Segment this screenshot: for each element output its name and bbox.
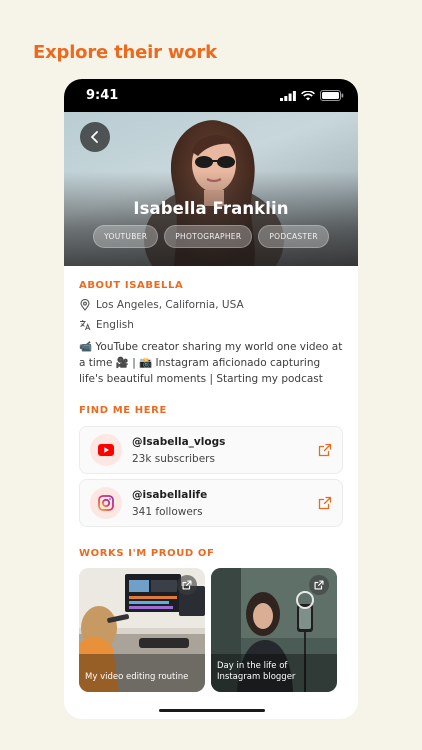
profile-hero: Isabella Franklin YOUTUBER PHOTOGRAPHER … [64, 112, 358, 266]
location-text: Los Angeles, California, USA [96, 299, 244, 311]
profile-content: ABOUT ISABELLA Los Angeles, California, … [64, 280, 358, 692]
home-indicator [159, 709, 265, 712]
find-me-section-title: FIND ME HERE [79, 405, 167, 416]
tag-photographer[interactable]: PHOTOGRAPHER [164, 225, 253, 248]
work-card-instagram-blogger[interactable]: Day in the life of Instagram blogger [211, 568, 337, 692]
instagram-count: 341 followers [132, 505, 203, 518]
status-time: 9:41 [86, 88, 119, 103]
signal-icon [280, 90, 296, 101]
instagram-icon [98, 495, 114, 511]
wifi-icon [301, 90, 315, 100]
youtube-link-text: @Isabella_vlogs 23k subscribers [132, 436, 318, 465]
work-external-link-button[interactable] [177, 575, 197, 595]
youtube-count: 23k subscribers [132, 452, 215, 465]
bio-text: 📹 YouTube creator sharing my world one v… [79, 341, 343, 385]
works-section-title: WORKS I'M PROUD OF [79, 548, 215, 559]
instagram-link-card[interactable]: @isabellalife 341 followers [79, 479, 343, 527]
instagram-handle: @isabellalife [132, 488, 208, 501]
external-link-icon [182, 580, 192, 590]
instagram-icon-badge [90, 487, 122, 519]
youtube-handle: @Isabella_vlogs [132, 435, 226, 448]
youtube-icon [98, 444, 114, 456]
external-link-icon [314, 580, 324, 590]
phone-frame: 9:41 Isabella Franklin YOUTUBER PHOTOGRA… [64, 79, 358, 719]
works-gallery: My video editing routine Day in the life… [79, 568, 343, 692]
work-external-link-button[interactable] [309, 575, 329, 595]
about-section-title: ABOUT ISABELLA [79, 280, 184, 291]
hero-gradient-overlay [64, 171, 358, 266]
language-row: English [79, 319, 343, 331]
work-caption: Day in the life of Instagram blogger [217, 661, 296, 682]
tag-podcaster[interactable]: PODCASTER [258, 225, 329, 248]
battery-icon [320, 90, 344, 101]
instagram-link-text: @isabellalife 341 followers [132, 489, 318, 518]
youtube-icon-badge [90, 434, 122, 466]
status-icons [280, 90, 344, 101]
youtube-link-card[interactable]: @Isabella_vlogs 23k subscribers [79, 426, 343, 474]
location-row: Los Angeles, California, USA [79, 299, 343, 311]
back-button[interactable] [80, 122, 110, 152]
profile-name: Isabella Franklin [133, 199, 289, 218]
profile-tags: YOUTUBER PHOTOGRAPHER PODCASTER [64, 225, 358, 248]
work-caption: My video editing routine [85, 672, 189, 682]
location-pin-icon [80, 299, 90, 311]
chevron-left-icon [91, 131, 98, 143]
work-card-video-editing[interactable]: My video editing routine [79, 568, 205, 692]
external-link-icon[interactable] [318, 443, 332, 457]
page-headline: Explore their work [33, 42, 217, 63]
status-bar: 9:41 [64, 79, 358, 112]
language-text: English [96, 319, 134, 331]
tag-youtuber[interactable]: YOUTUBER [93, 225, 159, 248]
translate-icon [80, 320, 91, 331]
external-link-icon[interactable] [318, 496, 332, 510]
